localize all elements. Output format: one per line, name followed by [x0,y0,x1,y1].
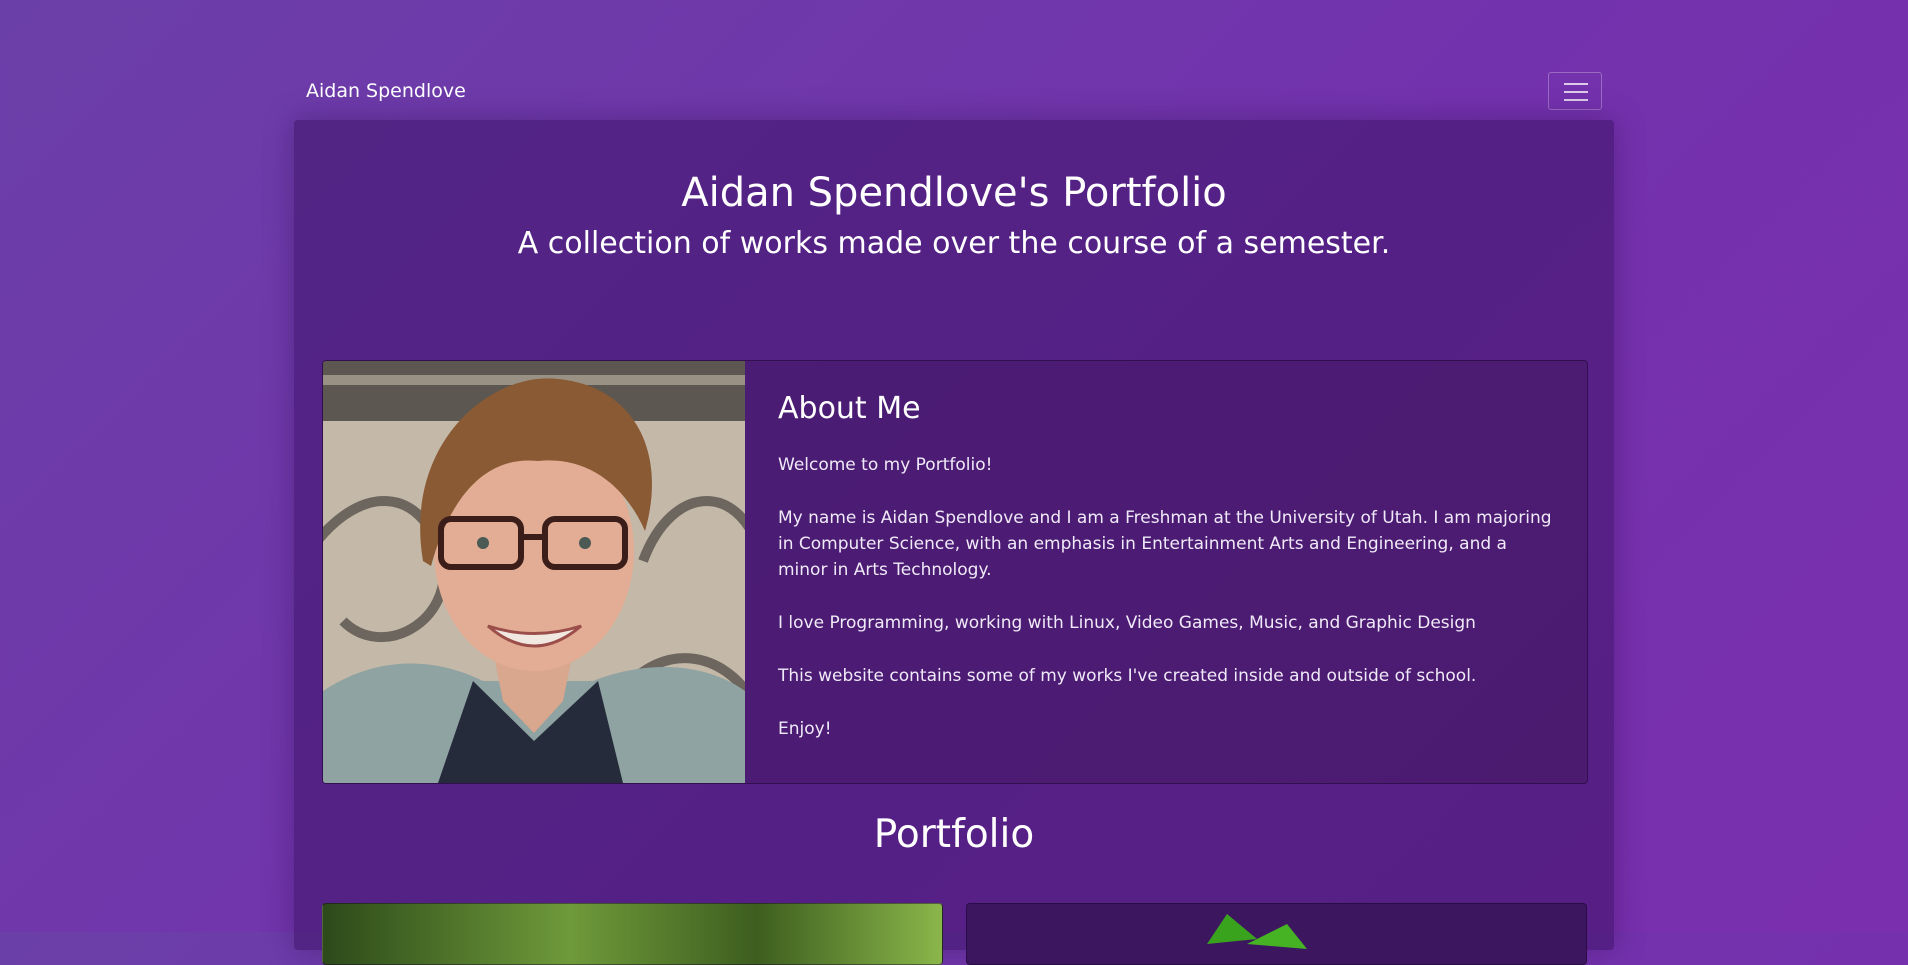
about-paragraph: I love Programming, working with Linux, … [778,613,1476,633]
portfolio-heading: Portfolio [873,812,1035,857]
brand-link[interactable]: Aidan Spendlove [306,80,466,102]
portfolio-card-image[interactable] [322,903,943,965]
menu-toggle-button[interactable] [1548,72,1602,110]
profile-photo [323,361,745,783]
about-card: About Me Welcome to my Portfolio! My nam… [322,360,1588,784]
about-title: About Me [778,391,921,426]
about-content: About Me Welcome to my Portfolio! My nam… [778,391,1558,769]
about-paragraph: This website contains some of my works I… [778,666,1477,686]
about-paragraph: Welcome to my Portfolio! [778,455,993,475]
about-paragraph: My name is Aidan Spendlove and I am a Fr… [778,508,1552,580]
navbar: Aidan Spendlove [294,72,1614,120]
about-paragraph: Enjoy! [778,719,832,739]
portfolio-card-image[interactable] [966,903,1587,965]
page-title: Aidan Spendlove's Portfolio [681,170,1227,216]
page-subtitle: A collection of works made over the cour… [517,226,1391,261]
